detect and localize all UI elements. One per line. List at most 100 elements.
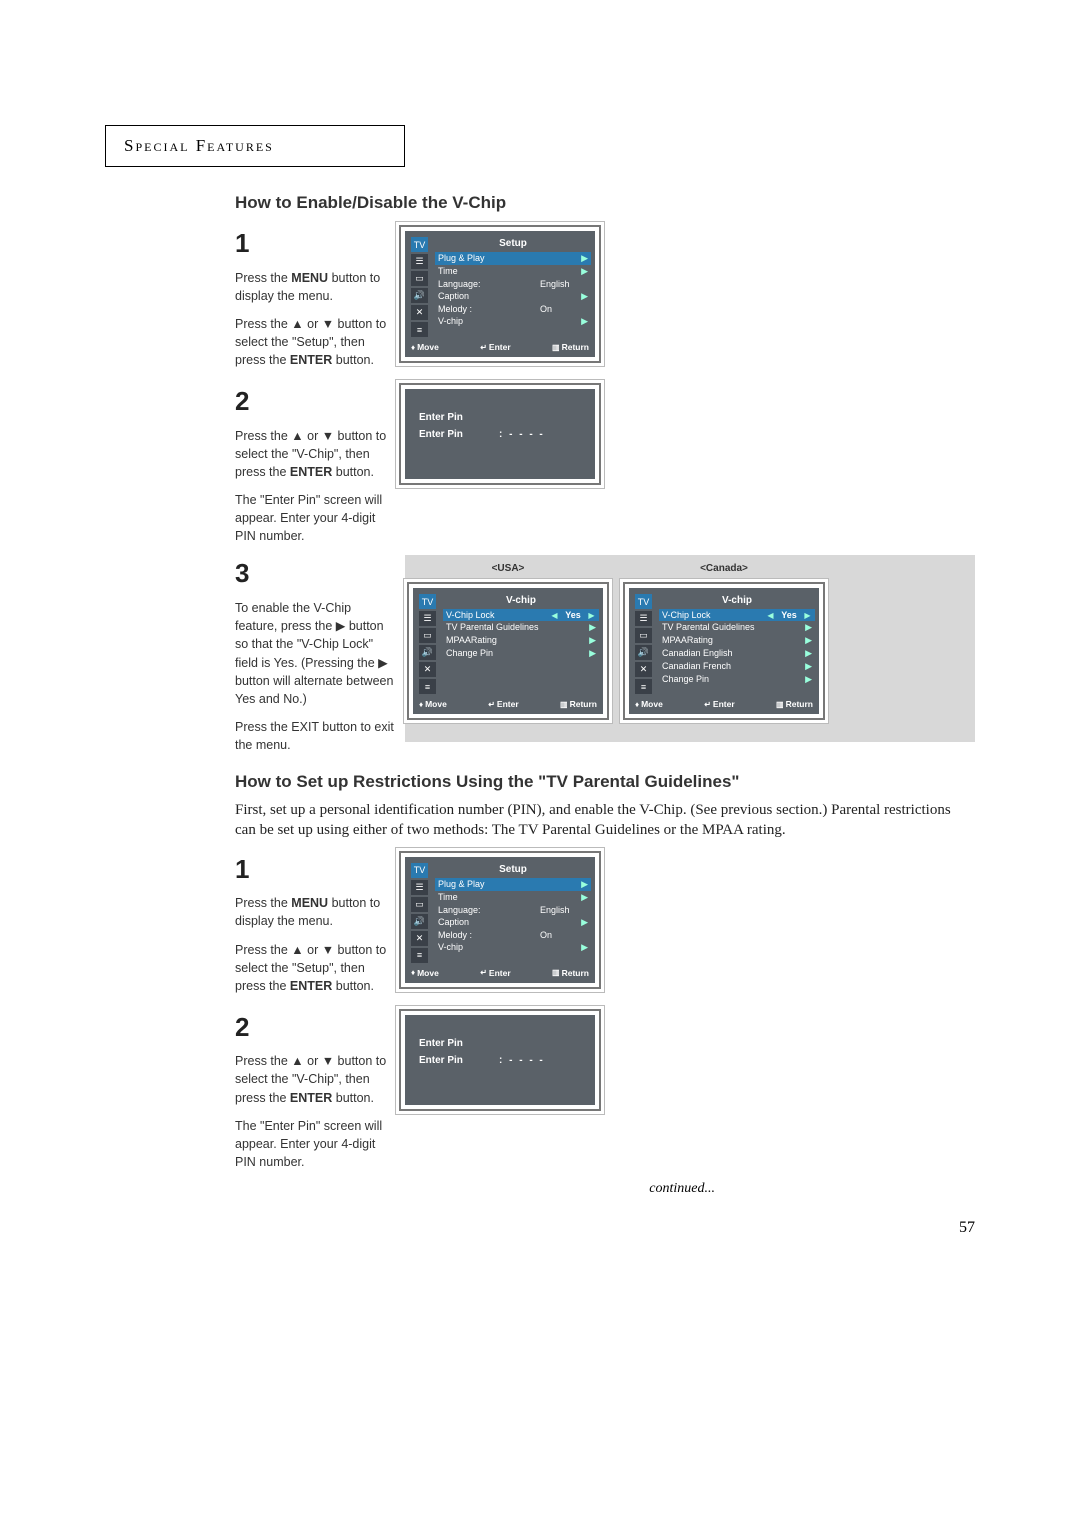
picture-icon: ▭ <box>411 271 428 286</box>
section2-step1: 1 Press the MENU button to display the m… <box>105 851 975 999</box>
setup-icon: ≡ <box>411 948 428 963</box>
channel-icon: ✕ <box>635 662 652 677</box>
region-label-canada: <Canada> <box>696 561 752 576</box>
chevron-right-icon: ▶ <box>802 648 812 659</box>
setup-icon: ≡ <box>419 679 436 694</box>
osd-enter-pin: Enter Pin Enter Pin: - - - - <box>405 1015 595 1105</box>
osd-item-language[interactable]: Language:English <box>435 904 591 916</box>
osd-item-plug-play[interactable]: Plug & Play▶ <box>435 252 591 265</box>
updown-icon: ♦ <box>411 343 415 352</box>
section1-step1: 1 Press the MENU button to display the m… <box>105 225 975 373</box>
step-text: 1 Press the MENU button to display the m… <box>105 225 395 369</box>
osd-vchip-canada: TV ☰ ▭ 🔊 ✕ ≡ V-chip V-Chip Lock ◀ <box>629 588 819 714</box>
osd-item-tv-guidelines[interactable]: TV Parental Guidelines▶ <box>659 621 815 634</box>
chevron-right-icon: ▶ <box>586 648 596 659</box>
chevron-right-icon: ▶ <box>586 622 596 633</box>
osd-sidebar: TV ☰ ▭ 🔊 ✕ ≡ <box>633 592 655 696</box>
enter-icon: ↵ <box>704 700 711 709</box>
picture-icon: ▭ <box>419 628 436 643</box>
chevron-right-icon: ▶ <box>578 291 588 302</box>
channel-icon: ✕ <box>411 931 428 946</box>
sound-icon: 🔊 <box>635 645 652 660</box>
osd-item-caption[interactable]: Caption▶ <box>435 916 591 929</box>
osd-sidebar: TV ☰ ▭ 🔊 ✕ ≡ <box>409 235 431 339</box>
chevron-left-icon: ◀ <box>766 611 775 620</box>
osd-item-vchip-lock[interactable]: V-Chip Lock ◀ Yes ▶ <box>659 609 815 621</box>
osd-item-vchip[interactable]: V-chip▶ <box>435 941 591 954</box>
step-para: Press the ▲ or ▼ button to select the "V… <box>235 427 395 481</box>
osd-item-mpaa[interactable]: MPAARating▶ <box>659 634 815 647</box>
setup-icon: ≡ <box>635 679 652 694</box>
page-number: 57 <box>959 1219 975 1237</box>
osd-footer: ♦Move ↵Enter ▥Return <box>409 339 591 353</box>
return-icon: ▥ <box>560 700 568 709</box>
updown-icon: ♦ <box>411 968 415 977</box>
osd-item-mpaa[interactable]: MPAARating▶ <box>443 634 599 647</box>
osd-title: V-chip <box>659 592 815 609</box>
channel-icon: ✕ <box>411 305 428 320</box>
region-wrapper: <USA> TV ☰ ▭ 🔊 ✕ ≡ V-chip <box>405 555 975 742</box>
osd-setup-menu: TV ☰ ▭ 🔊 ✕ ≡ Setup Plug & Play▶ Time▶ La… <box>405 231 595 357</box>
region-usa: <USA> TV ☰ ▭ 🔊 ✕ ≡ V-chip <box>413 561 603 730</box>
chevron-right-icon: ▶ <box>578 253 588 264</box>
osd-item-vchip-lock[interactable]: V-Chip Lock ◀ Yes ▶ <box>443 609 599 621</box>
enter-icon: ↵ <box>480 343 487 352</box>
return-icon: ▥ <box>776 700 784 709</box>
osd-enter-pin: Enter Pin Enter Pin: - - - - <box>405 389 595 479</box>
section2-lead: First, set up a personal identification … <box>235 800 975 841</box>
chevron-right-icon: ▶ <box>803 611 812 620</box>
osd-sidebar: TV ☰ ▭ 🔊 ✕ ≡ <box>417 592 439 696</box>
input-icon: ☰ <box>411 880 428 895</box>
osd-title: Setup <box>435 235 591 252</box>
section1-step2: 2 Press the ▲ or ▼ button to select the … <box>105 383 975 545</box>
osd-item-tv-guidelines[interactable]: TV Parental Guidelines▶ <box>443 621 599 634</box>
osd-item-plug-play[interactable]: Plug & Play▶ <box>435 878 591 891</box>
step-para: Press the ▲ or ▼ button to select the "V… <box>235 1052 395 1106</box>
return-icon: ▥ <box>552 343 560 352</box>
step-para: The "Enter Pin" screen will appear. Ente… <box>235 491 395 545</box>
chevron-right-icon: ▶ <box>578 942 588 953</box>
osd-item-melody[interactable]: Melody :On <box>435 303 591 315</box>
step-para: Press the ▲ or ▼ button to select the "S… <box>235 315 395 369</box>
osd-item-change-pin[interactable]: Change Pin▶ <box>443 647 599 660</box>
step-number: 1 <box>235 851 395 889</box>
osd-item-caption[interactable]: Caption▶ <box>435 290 591 303</box>
tv-icon: TV <box>419 594 436 609</box>
osd-footer: ♦Move ↵Enter ▥Return <box>417 696 599 710</box>
step-para: The "Enter Pin" screen will appear. Ente… <box>235 1117 395 1171</box>
updown-icon: ♦ <box>635 700 639 709</box>
region-label-usa: <USA> <box>488 561 529 576</box>
osd-title: Setup <box>435 861 591 878</box>
osd-item-vchip[interactable]: V-chip▶ <box>435 315 591 328</box>
sound-icon: 🔊 <box>419 645 436 660</box>
step-para: Press the EXIT button to exit the menu. <box>235 718 395 754</box>
chevron-right-icon: ▶ <box>578 879 588 890</box>
osd-item-melody[interactable]: Melody :On <box>435 929 591 941</box>
pin-value[interactable]: : - - - - <box>499 429 545 440</box>
osd-item-time[interactable]: Time▶ <box>435 265 591 278</box>
step-text: 2 Press the ▲ or ▼ button to select the … <box>105 1009 395 1171</box>
chevron-right-icon: ▶ <box>578 316 588 327</box>
osd-footer: ♦Move ↵Enter ▥Return <box>633 696 815 710</box>
osd-item-change-pin[interactable]: Change Pin▶ <box>659 673 815 686</box>
osd-item-can-french[interactable]: Canadian French▶ <box>659 660 815 673</box>
pin-value[interactable]: : - - - - <box>499 1055 545 1066</box>
chevron-right-icon: ▶ <box>578 266 588 277</box>
step-number: 2 <box>235 1009 395 1047</box>
step-para: To enable the V-Chip feature, press the … <box>235 599 395 708</box>
chevron-right-icon: ▶ <box>578 892 588 903</box>
step-number: 1 <box>235 225 395 263</box>
osd-item-language[interactable]: Language:English <box>435 278 591 290</box>
enter-icon: ↵ <box>488 700 495 709</box>
input-icon: ☰ <box>419 611 436 626</box>
osd-item-can-english[interactable]: Canadian English▶ <box>659 647 815 660</box>
return-icon: ▥ <box>552 968 560 977</box>
input-icon: ☰ <box>635 611 652 626</box>
picture-icon: ▭ <box>635 628 652 643</box>
osd-item-time[interactable]: Time▶ <box>435 891 591 904</box>
chevron-right-icon: ▶ <box>802 661 812 672</box>
section1-title: How to Enable/Disable the V-Chip <box>235 193 975 213</box>
input-icon: ☰ <box>411 254 428 269</box>
step-para: Press the MENU button to display the men… <box>235 269 395 305</box>
channel-icon: ✕ <box>419 662 436 677</box>
